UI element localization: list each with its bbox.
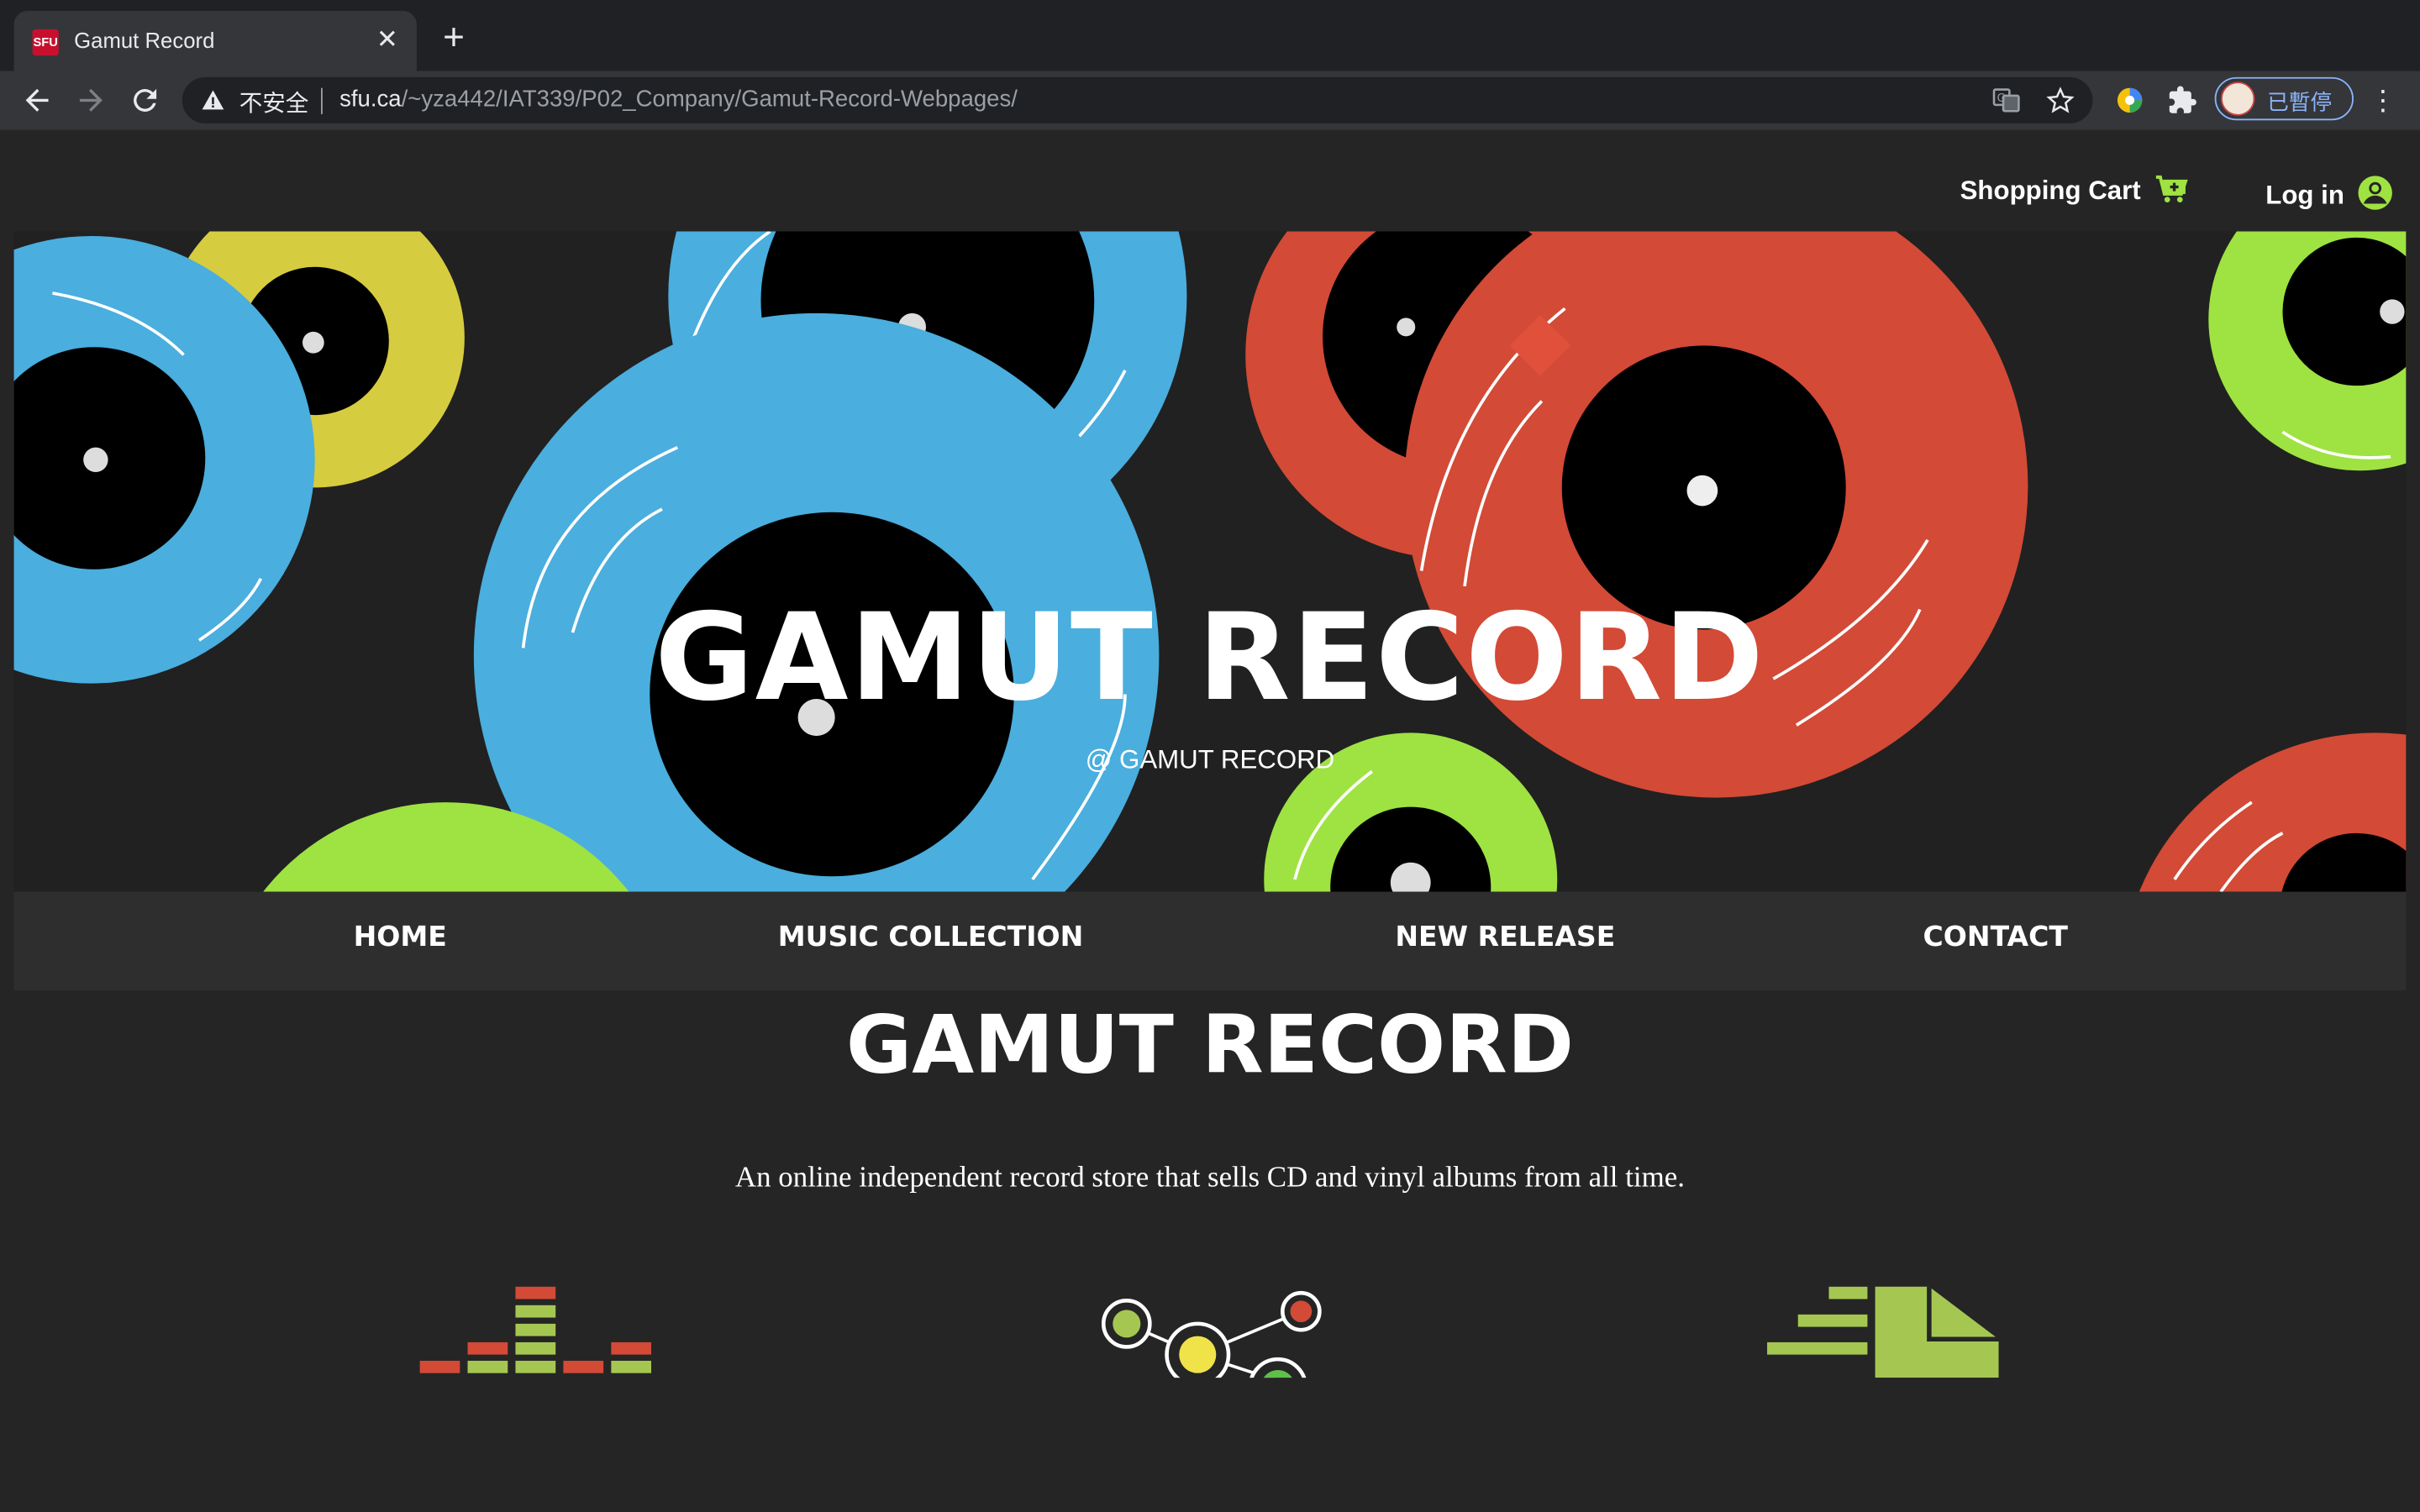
translate-icon[interactable]: G [1992, 87, 2020, 114]
login-label: Log in [2265, 180, 2344, 210]
profile-status-label: 已暫停 [2267, 89, 2333, 114]
page-content: Shopping Cart Log in GAMUT RECORD @ GAMU… [0, 131, 2420, 1512]
hero-title: GAMUT RECORD [655, 589, 1765, 728]
close-icon[interactable]: ✕ [371, 24, 404, 57]
section-description: An online independent record store that … [734, 1162, 1685, 1194]
main-navigation: HOME MUSIC COLLECTION NEW RELEASE CONTAC… [13, 891, 2407, 991]
vinyl-records-illustration [13, 231, 2407, 892]
nav-new-release[interactable]: NEW RELEASE [1395, 921, 1615, 954]
url-host: sfu.ca [339, 86, 402, 113]
shopping-cart-link[interactable]: Shopping Cart [1960, 175, 2189, 213]
equalizer-icon [419, 1285, 652, 1385]
star-icon[interactable] [2046, 87, 2075, 114]
login-link[interactable]: Log in [2265, 175, 2393, 219]
avatar [2221, 81, 2255, 116]
divider [321, 87, 323, 114]
url-text[interactable]: sfu.ca/~yza442/IAT339/P02_Company/Gamut-… [339, 87, 1018, 113]
menu-icon[interactable]: ⋮ [2369, 85, 2396, 116]
browser-toolbar: 不安全 sfu.ca/~yza442/IAT339/P02_Company/Ga… [0, 71, 2420, 132]
profile-button[interactable]: 已暫停 [2214, 76, 2354, 121]
user-icon [2356, 175, 2393, 219]
browser-tab[interactable]: SFU Gamut Record ✕ [13, 10, 417, 71]
svg-text:G: G [1997, 92, 2006, 105]
sfu-favicon-icon: SFU [32, 29, 59, 56]
cart-icon [2154, 175, 2188, 213]
nav-home[interactable]: HOME [354, 921, 447, 954]
reload-icon[interactable] [128, 83, 161, 117]
forward-icon[interactable] [74, 83, 108, 117]
nav-contact[interactable]: CONTACT [1923, 921, 2068, 954]
fast-delivery-icon [1767, 1285, 2007, 1385]
address-bar[interactable]: 不安全 sfu.ca/~yza442/IAT339/P02_Company/Ga… [182, 76, 2093, 123]
warning-icon[interactable] [201, 88, 225, 113]
hero-subtitle: @ GAMUT RECORD [1085, 745, 1335, 775]
hero-banner: GAMUT RECORD @ GAMUT RECORD [13, 231, 2407, 892]
nav-music-collection[interactable]: MUSIC COLLECTION [778, 921, 1084, 954]
shopping-cart-label: Shopping Cart [1960, 176, 2141, 206]
security-label[interactable]: 不安全 [239, 87, 309, 119]
browser-tab-bar: SFU Gamut Record ✕ + [0, 0, 2420, 71]
network-icon [1092, 1285, 1324, 1417]
new-tab-icon[interactable]: + [435, 19, 472, 59]
puzzle-icon[interactable] [2167, 85, 2198, 116]
url-path: /~yza442/IAT339/P02_Company/Gamut-Record… [401, 86, 1018, 113]
tab-title: Gamut Record [74, 28, 215, 53]
extension-icon[interactable] [2114, 85, 2145, 116]
back-icon[interactable] [20, 83, 54, 117]
section-title: GAMUT RECORD [845, 1000, 1575, 1093]
